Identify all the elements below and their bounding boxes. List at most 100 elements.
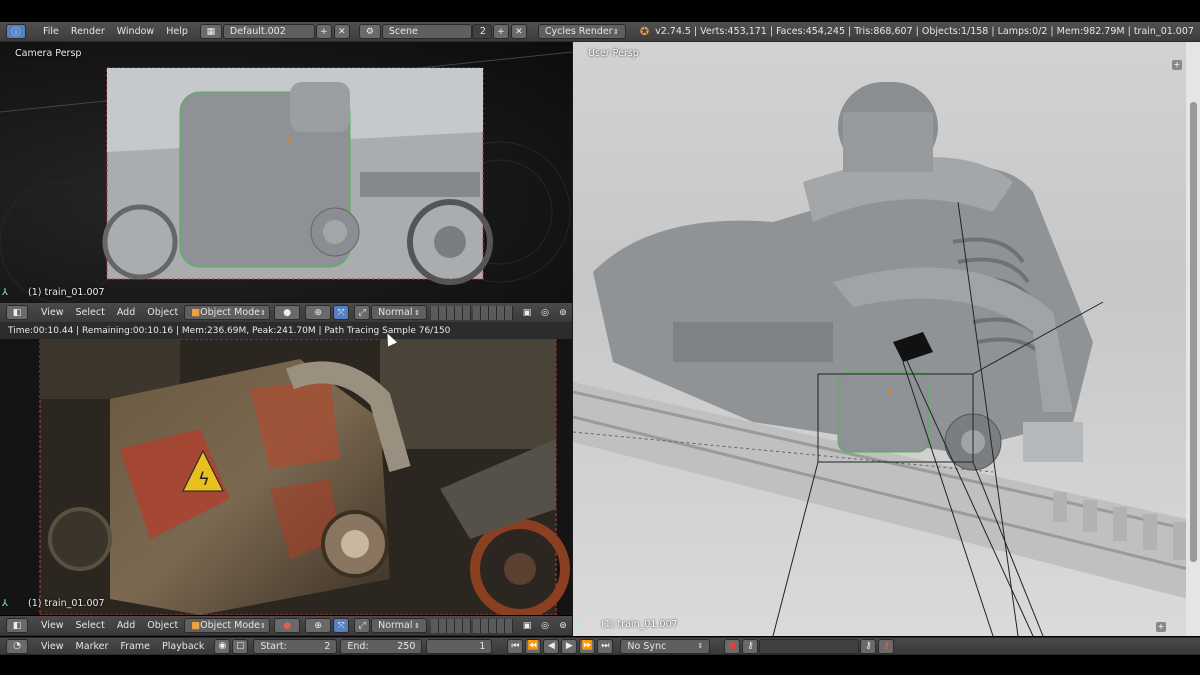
keying-set-field[interactable] bbox=[759, 638, 860, 654]
menu-marker[interactable]: Marker bbox=[70, 638, 115, 654]
menu-object[interactable]: Object bbox=[141, 305, 184, 321]
editor-type-button[interactable]: ◧ bbox=[6, 618, 28, 633]
preview-range-icon[interactable]: ◉ bbox=[214, 638, 231, 654]
keying-set-icon[interactable]: ⚷ bbox=[742, 638, 759, 654]
jump-end-button[interactable]: ⏭ bbox=[597, 638, 614, 654]
record-button[interactable]: ● bbox=[724, 638, 741, 654]
menu-view[interactable]: View bbox=[35, 638, 70, 654]
end-value: 250 bbox=[397, 640, 416, 652]
rendered-viewport[interactable]: ϟ (1) train_01.007 ⅄ bbox=[0, 339, 572, 615]
pivot-icon: ⊕ bbox=[314, 307, 322, 318]
user-object-label: (1) train_01.007 bbox=[601, 619, 678, 630]
menu-playback[interactable]: Playback bbox=[156, 638, 210, 654]
lock-icon[interactable]: ▣ bbox=[519, 618, 535, 633]
play-button[interactable]: ▶ bbox=[561, 638, 578, 654]
axis-gizmo-icon: ⅄ bbox=[2, 287, 8, 298]
screen-layout-selector[interactable]: ▦ bbox=[199, 24, 222, 39]
pivot-dropdown[interactable]: ⊕ bbox=[305, 618, 332, 633]
render-engine-dropdown[interactable]: Cycles Render ⇕ bbox=[537, 24, 626, 39]
object-origin bbox=[288, 138, 292, 142]
mode-dropdown[interactable]: ■ Object Mode ⇕ bbox=[184, 305, 271, 320]
remove-scene-button[interactable]: ✕ bbox=[510, 24, 527, 39]
snap-icon[interactable]: ⊚ bbox=[555, 305, 571, 320]
menu-view[interactable]: View bbox=[35, 618, 70, 634]
vertical-scrollbar[interactable] bbox=[1190, 102, 1197, 562]
scene-field[interactable]: Scene bbox=[381, 24, 472, 39]
delete-keyframe-button[interactable]: ⚷ bbox=[878, 638, 895, 654]
scene-users-count: 2 bbox=[471, 24, 492, 39]
side-scroll-region[interactable] bbox=[1186, 42, 1200, 636]
menu-object[interactable]: Object bbox=[141, 618, 184, 634]
manipulator-toggle[interactable]: ⤧ bbox=[333, 305, 350, 320]
object-origin bbox=[888, 390, 892, 394]
start-frame-field[interactable]: Start: 2 bbox=[253, 638, 338, 654]
jump-end-icon: ⏭ bbox=[601, 641, 610, 651]
manipulator-toggle[interactable]: ⤧ bbox=[333, 618, 350, 633]
shading-dropdown[interactable]: ● bbox=[274, 618, 301, 633]
render-preview-icon[interactable]: ◎ bbox=[537, 618, 553, 633]
shading-dropdown[interactable]: ● bbox=[274, 305, 301, 320]
render-scene-graphic: ϟ bbox=[0, 339, 572, 615]
render-preview-icon[interactable]: ◎ bbox=[537, 305, 553, 320]
orientation-label: Normal bbox=[378, 307, 413, 318]
user-viewport[interactable]: User Persp (1) train_01.007 ⅄ + + bbox=[573, 42, 1200, 636]
chevron-updown-icon: ⇕ bbox=[260, 308, 266, 317]
render-engine-label: Cycles Render bbox=[544, 26, 613, 37]
render-status-bar: Time:00:10.44 | Remaining:00:10.16 | Mem… bbox=[0, 323, 572, 339]
menu-select[interactable]: Select bbox=[70, 305, 111, 321]
rendered-sphere-icon: ● bbox=[283, 620, 292, 631]
info-editor-type-button[interactable]: ⓘ bbox=[6, 24, 26, 39]
screen-layout-field[interactable]: Default.002 bbox=[222, 24, 315, 39]
menu-add[interactable]: Add bbox=[111, 618, 141, 634]
orientation-dropdown[interactable]: Normal ⇕ bbox=[371, 618, 428, 633]
key-delete-icon: ⚷ bbox=[883, 641, 890, 651]
clock-icon: ◔ bbox=[13, 641, 21, 651]
pivot-dropdown[interactable]: ⊕ bbox=[305, 305, 332, 320]
end-frame-field[interactable]: End: 250 bbox=[340, 638, 423, 654]
layer-buttons[interactable] bbox=[431, 618, 514, 633]
camera-viewport[interactable]: Camera Persp (1) train_01.007 ⅄ bbox=[0, 42, 572, 303]
add-layout-button[interactable]: + bbox=[315, 24, 332, 39]
axis-gizmo-icon: ⅄ bbox=[2, 598, 8, 609]
menu-frame[interactable]: Frame bbox=[114, 638, 156, 654]
menu-help[interactable]: Help bbox=[160, 24, 194, 40]
sync-dropdown[interactable]: No Sync ⇕ bbox=[620, 638, 711, 654]
close-icon: ✕ bbox=[338, 26, 346, 37]
jump-start-button[interactable]: ⏮ bbox=[507, 638, 524, 654]
scene-selector[interactable]: ⚙ bbox=[358, 24, 381, 39]
editor-type-button[interactable]: ◔ bbox=[6, 638, 28, 654]
axis-gizmo-icon: ⅄ bbox=[575, 618, 581, 629]
menu-window[interactable]: Window bbox=[111, 24, 160, 40]
scene-icon: ⚙ bbox=[365, 26, 374, 37]
scene-statistics: v2.74.5 | Verts:453,171 | Faces:454,245 … bbox=[655, 26, 1194, 37]
current-frame-field[interactable]: 1 bbox=[426, 638, 493, 654]
remove-layout-button[interactable]: ✕ bbox=[333, 24, 350, 39]
snap-icon[interactable]: ⊚ bbox=[555, 618, 571, 633]
lock-icon[interactable]: ▣ bbox=[519, 305, 535, 320]
next-keyframe-button[interactable]: ⏩ bbox=[579, 638, 596, 654]
menu-add[interactable]: Add bbox=[111, 305, 141, 321]
add-scene-button[interactable]: + bbox=[492, 24, 509, 39]
insert-keyframe-button[interactable]: ⚷ bbox=[860, 638, 877, 654]
orientation-dropdown[interactable]: Normal ⇕ bbox=[371, 305, 428, 320]
editor-type-button[interactable]: ◧ bbox=[6, 305, 28, 320]
transform-orientation-icon-button[interactable]: ⤢ bbox=[354, 305, 371, 320]
start-value: 2 bbox=[324, 640, 331, 652]
jump-start-icon: ⏮ bbox=[511, 641, 520, 651]
lock-range-icon[interactable]: ▢ bbox=[232, 638, 249, 654]
plus-icon[interactable]: + bbox=[1172, 60, 1182, 70]
layer-buttons[interactable] bbox=[431, 305, 514, 320]
menu-render[interactable]: Render bbox=[65, 24, 111, 40]
menu-file[interactable]: File bbox=[37, 24, 65, 40]
start-label: Start: bbox=[260, 640, 287, 652]
transform-orientation-icon-button[interactable]: ⤢ bbox=[354, 618, 371, 633]
mode-dropdown[interactable]: ■ Object Mode ⇕ bbox=[184, 618, 271, 633]
play-reverse-button[interactable]: ◀ bbox=[543, 638, 560, 654]
prev-keyframe-button[interactable]: ⏪ bbox=[525, 638, 542, 654]
view3d-icon: ◧ bbox=[12, 307, 22, 318]
menu-view[interactable]: View bbox=[35, 305, 70, 321]
chevron-updown-icon: ⇕ bbox=[697, 642, 704, 650]
menu-select[interactable]: Select bbox=[70, 618, 111, 634]
plus-icon[interactable]: + bbox=[1156, 622, 1166, 632]
manipulator-icon: ⤧ bbox=[337, 307, 345, 318]
